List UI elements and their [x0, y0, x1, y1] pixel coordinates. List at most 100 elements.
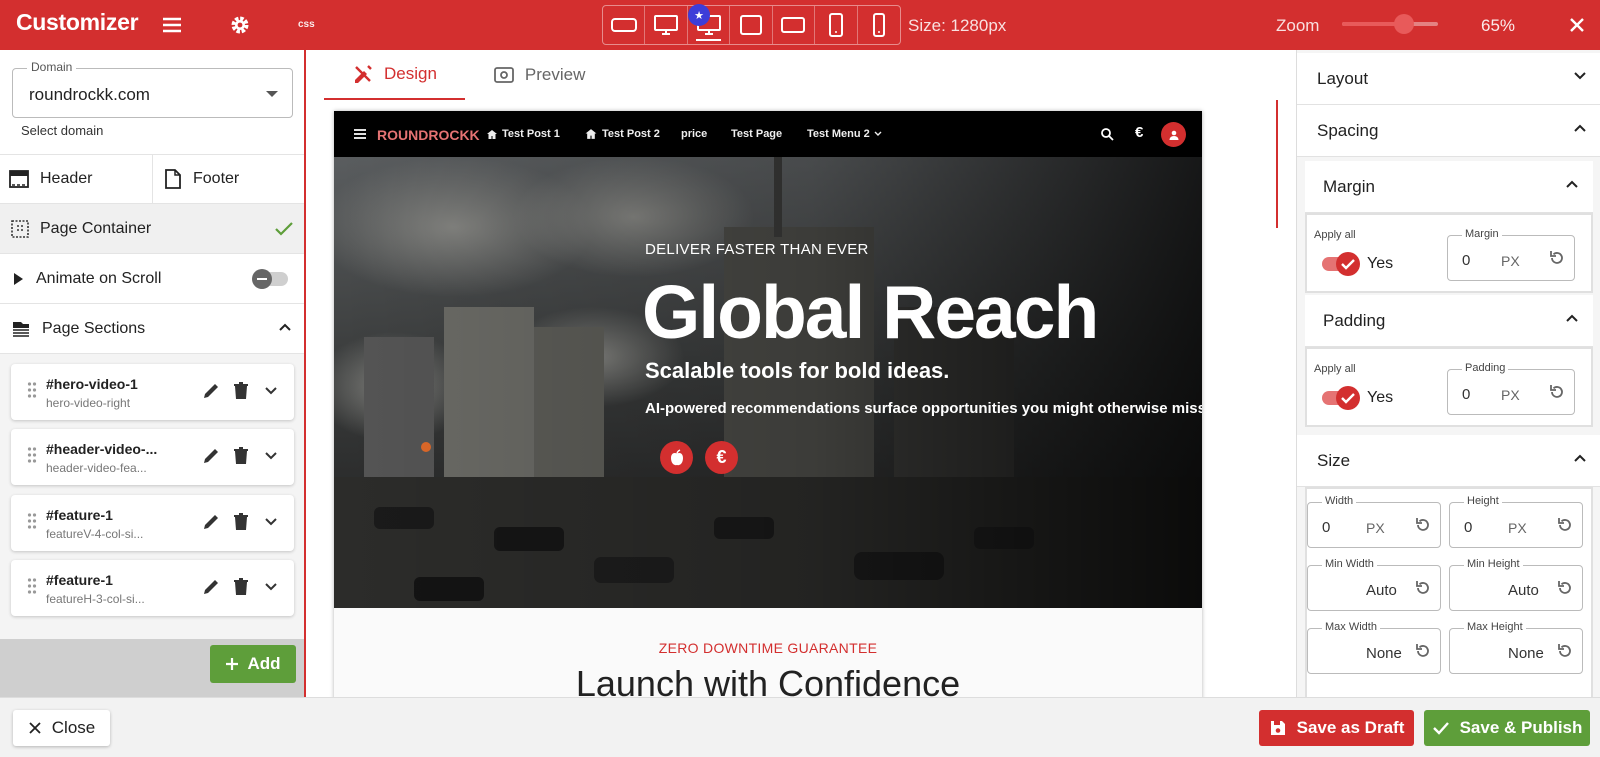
tab-preview[interactable]: Preview [465, 50, 613, 100]
hero-section: DELIVER FASTER THAN EVER Global Reach Sc… [334, 157, 1202, 608]
min-width-input[interactable]: Min Width Auto [1307, 558, 1441, 611]
animate-toggle[interactable] [252, 269, 288, 289]
section-item[interactable]: #feature-1 featureH-3-col-si... [11, 560, 294, 616]
animate-on-scroll-item[interactable]: Animate on Scroll [0, 254, 304, 304]
nav-link-test-post-2[interactable]: Test Post 2 [584, 128, 660, 140]
padding-accordion[interactable]: Padding [1305, 295, 1593, 347]
save-publish-button[interactable]: Save & Publish [1424, 710, 1590, 746]
wide-screen-icon [610, 18, 637, 32]
css-button[interactable]: css [298, 19, 315, 30]
menu-icon[interactable] [160, 13, 184, 37]
user-avatar-icon[interactable] [1161, 122, 1186, 147]
reset-icon[interactable] [1414, 579, 1432, 597]
device-tablet-landscape-button[interactable] [730, 6, 773, 44]
trash-icon[interactable] [230, 511, 252, 533]
reset-icon[interactable] [1414, 516, 1432, 534]
margin-input[interactable]: Margin 0 PX [1447, 228, 1575, 281]
chevron-down-icon[interactable] [260, 445, 282, 467]
padding-apply-all-toggle[interactable] [1322, 386, 1360, 410]
chevron-down-icon[interactable] [260, 576, 282, 598]
site-logo[interactable]: ROUNDROCKK [377, 127, 480, 143]
max-height-input[interactable]: Max Height None [1449, 621, 1583, 674]
trash-icon[interactable] [230, 380, 252, 402]
zoom-slider-thumb[interactable] [1394, 14, 1414, 34]
chevron-down-icon[interactable] [260, 511, 282, 533]
drag-handle-icon[interactable] [27, 577, 37, 595]
reset-icon[interactable] [1556, 579, 1574, 597]
section-item[interactable]: #hero-video-1 hero-video-right [11, 364, 294, 420]
spacing-accordion[interactable]: Spacing [1297, 105, 1600, 157]
trash-icon[interactable] [230, 445, 252, 467]
size-box: Width 0 PX Height 0 PX Min Width Auto Mi… [1305, 487, 1593, 697]
layout-accordion[interactable]: Layout [1297, 53, 1600, 105]
section-subtitle: featureV-4-col-si... [46, 527, 144, 541]
page-sections-header[interactable]: Page Sections [0, 304, 304, 354]
gear-icon[interactable] [228, 13, 252, 37]
reset-icon[interactable] [1548, 383, 1566, 401]
section-title: Launch with Confidence [575, 663, 961, 697]
reset-icon[interactable] [1548, 249, 1566, 267]
drag-handle-icon[interactable] [27, 446, 37, 464]
close-icon[interactable] [1566, 14, 1588, 36]
chevron-up-icon [1566, 314, 1578, 322]
drag-handle-icon[interactable] [27, 381, 37, 399]
size-accordion[interactable]: Size [1297, 435, 1600, 487]
animate-label: Animate on Scroll [36, 269, 162, 287]
margin-label: Margin [1323, 176, 1375, 196]
section-item[interactable]: #header-video-... header-video-fea... [11, 429, 294, 485]
reset-icon[interactable] [1556, 642, 1574, 660]
hero-title: Global Reach [642, 270, 1099, 354]
chevron-down-icon[interactable] [260, 380, 282, 402]
hamburger-icon[interactable] [353, 128, 367, 140]
header-button[interactable]: Header [0, 155, 152, 203]
nav-link-test-post-1[interactable]: Test Post 1 [486, 128, 560, 140]
trash-icon[interactable] [230, 576, 252, 598]
width-input[interactable]: Width 0 PX [1307, 495, 1441, 548]
canvas-scrollbar[interactable] [1276, 100, 1278, 228]
save-icon [1270, 721, 1285, 735]
chevron-up-icon[interactable] [278, 322, 292, 332]
edit-pencil-icon[interactable] [200, 576, 222, 598]
footer-button[interactable]: Footer [152, 155, 304, 203]
device-phone-button[interactable] [858, 6, 900, 44]
reset-icon[interactable] [1556, 516, 1574, 534]
section-actions [200, 380, 282, 402]
edit-pencil-icon[interactable] [200, 445, 222, 467]
close-button[interactable]: Close [13, 710, 110, 746]
domain-label: Domain [27, 60, 77, 74]
euro-button[interactable]: € [705, 441, 738, 474]
margin-apply-all-toggle[interactable] [1322, 252, 1360, 276]
reset-icon[interactable] [1414, 642, 1432, 660]
header-icon [9, 170, 29, 188]
device-wide-button[interactable] [603, 6, 646, 44]
device-phone-large-button[interactable] [815, 6, 858, 44]
search-icon[interactable] [1100, 127, 1114, 141]
footer-icon [165, 169, 181, 189]
domain-help-text: Select domain [21, 123, 104, 138]
nav-link-test-page[interactable]: Test Page [731, 128, 782, 140]
edit-pencil-icon[interactable] [200, 511, 222, 533]
nav-link-test-menu-2[interactable]: Test Menu 2 [807, 128, 882, 140]
domain-select[interactable]: Domain roundrockk.com [12, 60, 293, 118]
caret-down-icon [266, 91, 278, 97]
device-tablet-button[interactable] [773, 6, 816, 44]
margin-accordion[interactable]: Margin [1305, 161, 1593, 213]
zoom-slider[interactable] [1342, 14, 1438, 34]
apple-icon[interactable] [660, 441, 693, 474]
add-section-button[interactable]: Add [210, 645, 296, 683]
height-input[interactable]: Height 0 PX [1449, 495, 1583, 548]
min-height-input[interactable]: Min Height Auto [1449, 558, 1583, 611]
section-eyebrow: ZERO DOWNTIME GUARANTEE [658, 640, 878, 656]
device-desktop-large-button[interactable] [645, 6, 688, 44]
nav-link-price[interactable]: price [681, 128, 707, 140]
edit-pencil-icon[interactable] [200, 380, 222, 402]
tab-design[interactable]: Design [324, 50, 465, 100]
page-container-item[interactable]: Page Container [0, 204, 304, 254]
max-width-input[interactable]: Max Width None [1307, 621, 1441, 674]
currency-euro-icon[interactable]: € [1135, 124, 1143, 141]
padding-input[interactable]: Padding 0 PX [1447, 362, 1575, 415]
save-draft-button[interactable]: Save as Draft [1259, 710, 1414, 746]
header-label: Header [40, 170, 93, 187]
section-item[interactable]: #feature-1 featureV-4-col-si... [11, 495, 294, 551]
drag-handle-icon[interactable] [27, 512, 37, 530]
